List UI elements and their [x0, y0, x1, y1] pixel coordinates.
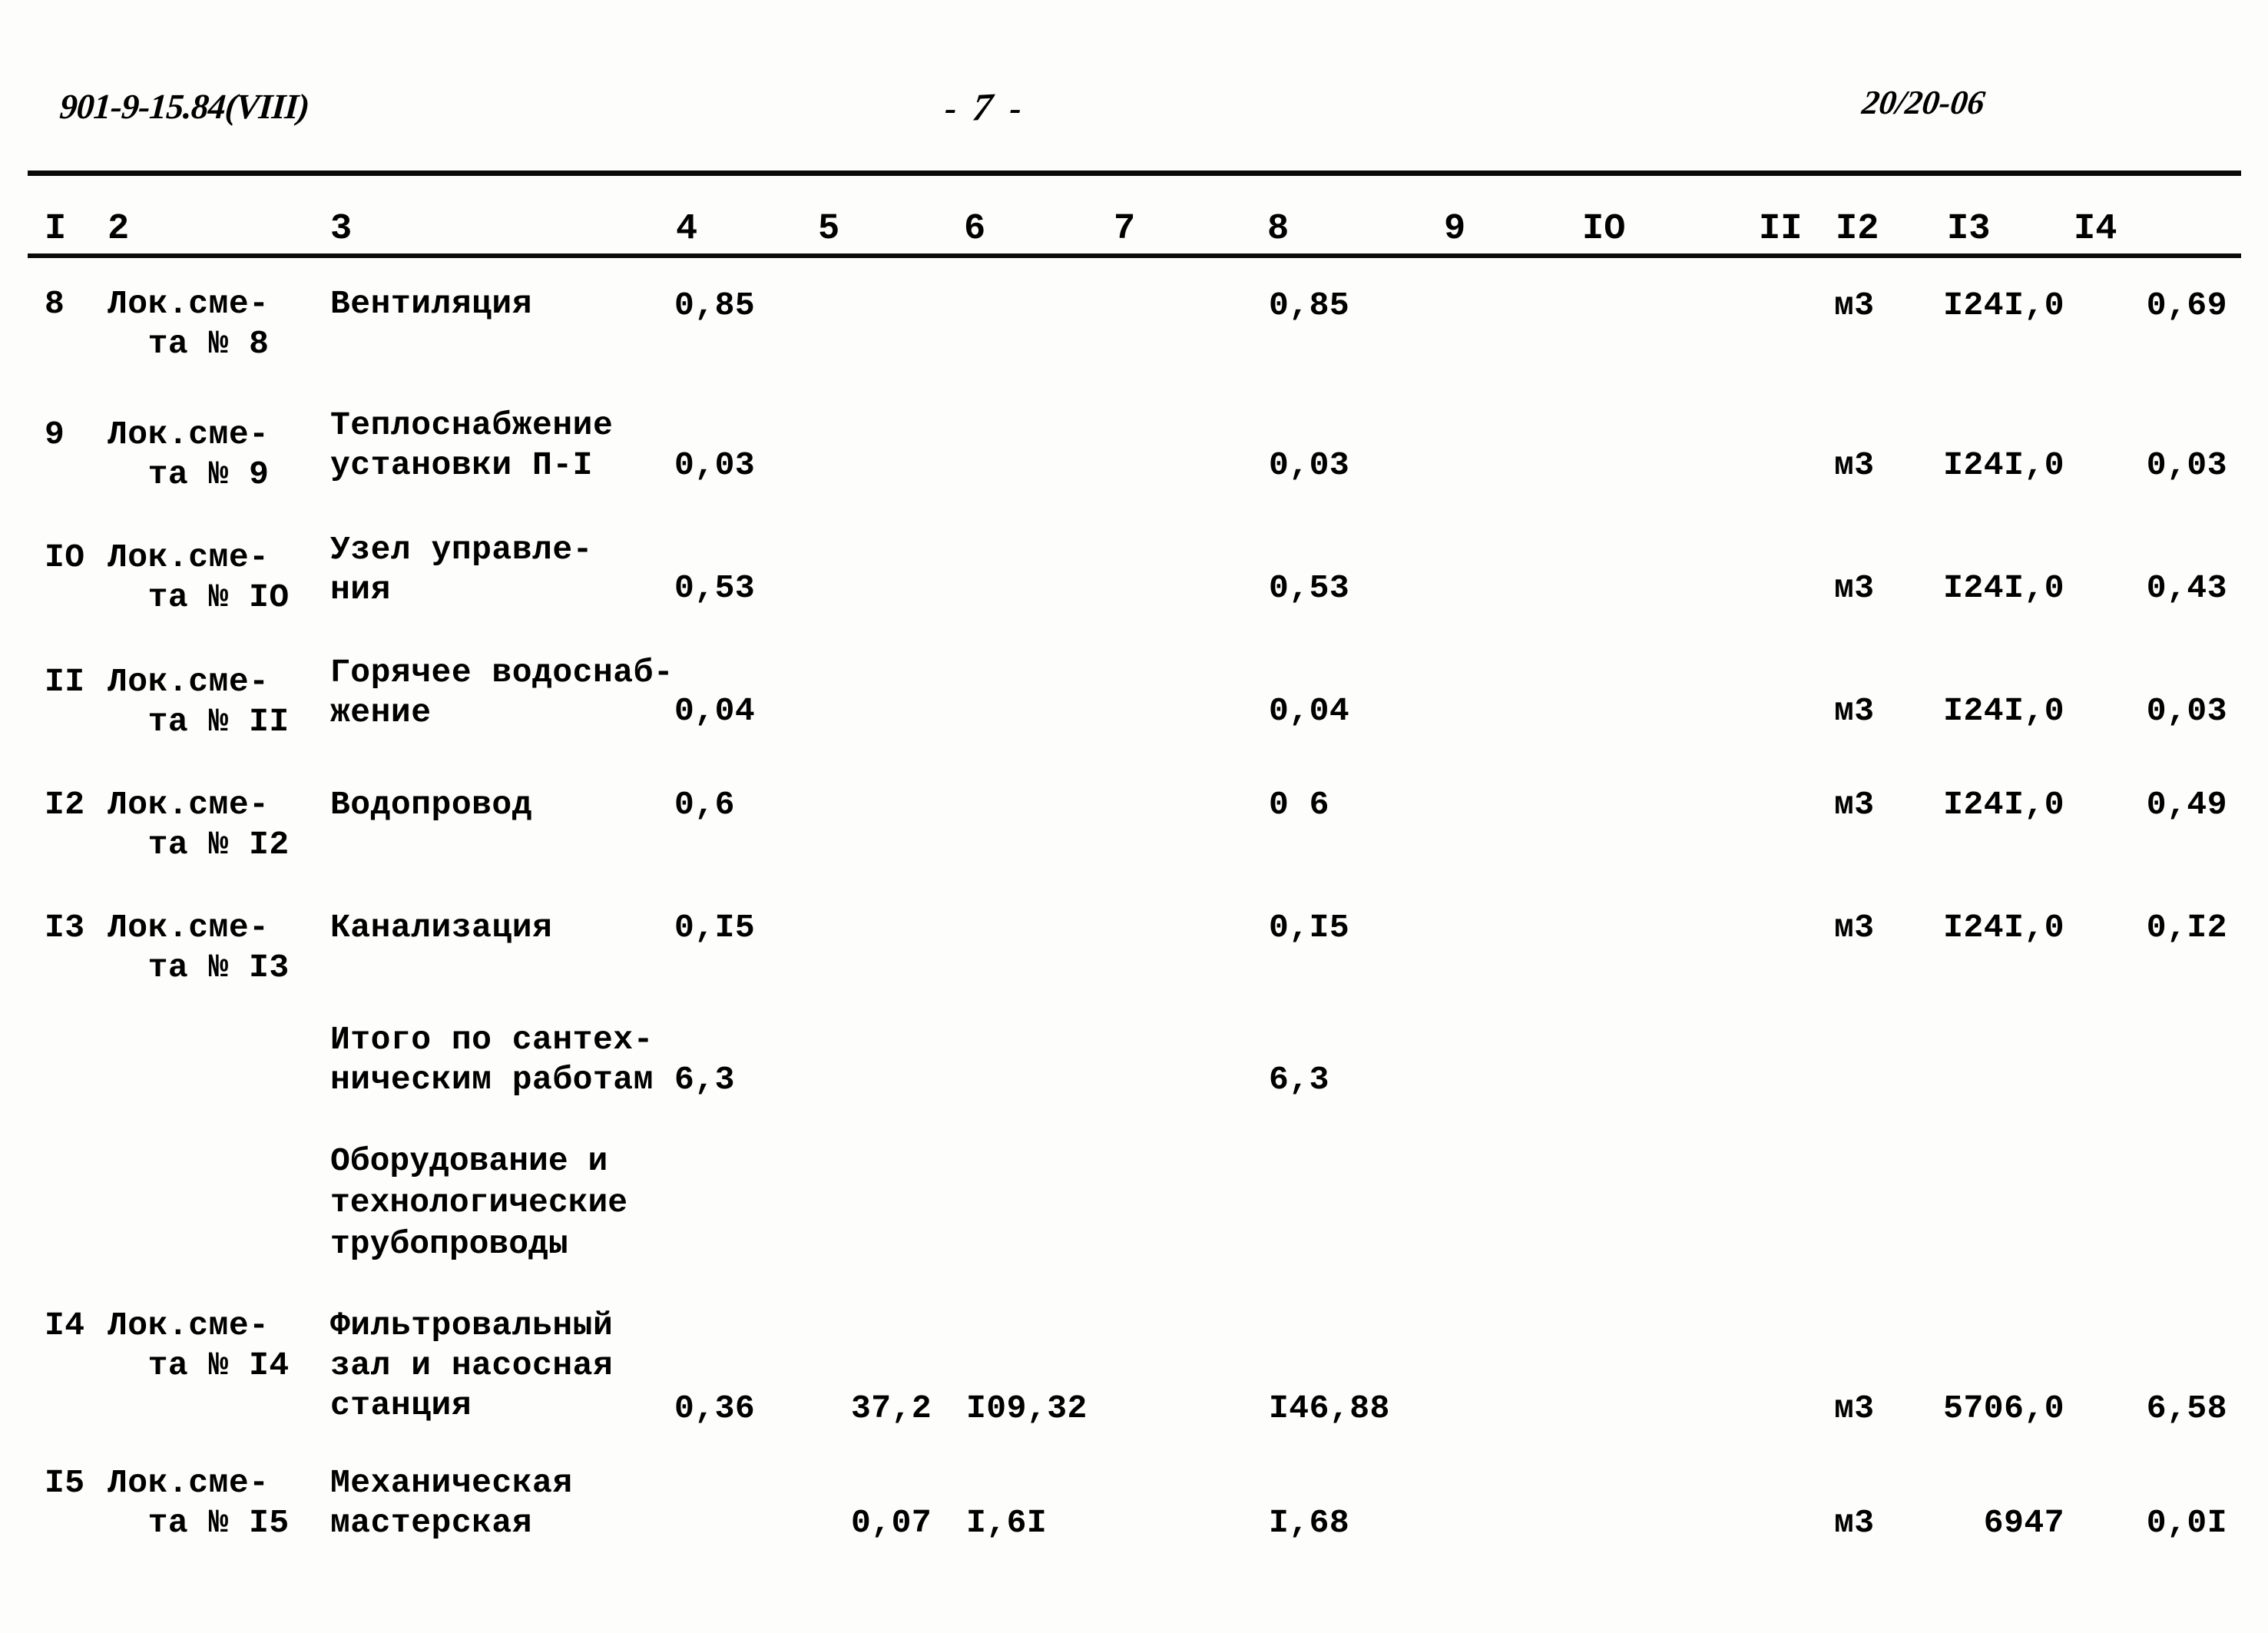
page-dash-right: -	[1009, 88, 1026, 128]
section-heading-equipment: Оборудование и технологические трубопров…	[330, 1142, 628, 1263]
col8-value: 6,3	[1269, 1061, 1329, 1098]
column-number-I4: I4	[2074, 209, 2117, 250]
col14-value: 0,0I	[2146, 1504, 2227, 1542]
col14-value: 0,I2	[2146, 909, 2227, 946]
column-number-I3: I3	[1947, 209, 1991, 250]
col14-value: 0,03	[2146, 446, 2227, 484]
col14-value: 0,49	[2146, 786, 2227, 823]
column-number-7: 7	[1114, 209, 1136, 250]
scanned-document-page: 901-9-15.84(VIII) -7- 20/20-06 I2 3 4 5 6 7 8 9…	[0, 0, 2268, 1633]
page-number: 7	[970, 84, 1000, 129]
column-number-5: 5	[818, 209, 840, 250]
col14-value: 0,69	[2146, 287, 2227, 324]
row-number: I5	[45, 1464, 85, 1502]
document-code: 901-9-15.84(VIII)	[58, 87, 310, 126]
column-number-I2: I2	[1836, 209, 1879, 250]
sheet-code: 20/20-06	[1859, 84, 1988, 121]
column-number-3: 3	[330, 209, 353, 250]
column-number-6: 6	[964, 209, 986, 250]
work-description: Итого по сантех- ническим работам	[330, 1021, 654, 1098]
col14-value: 0,43	[2146, 569, 2227, 607]
col14-value: 0,03	[2146, 692, 2227, 730]
header-rule-top	[28, 171, 2241, 176]
column-number-II: II	[1759, 209, 1803, 250]
column-number-2: 2	[108, 209, 130, 250]
col4-value: 6,3	[674, 1061, 735, 1098]
header-rule-bottom	[28, 253, 2241, 258]
page-number-block: -7-	[945, 84, 1026, 129]
column-number-IO: IO	[1582, 209, 1626, 250]
column-number-4: 4	[676, 209, 698, 250]
col14-value: 6,58	[2146, 1390, 2227, 1427]
column-number-9: 9	[1444, 209, 1466, 250]
estimate-label: Лок.сме- та № I4	[108, 1307, 290, 1384]
row-number: I4	[45, 1307, 85, 1344]
column-number-I: I	[45, 209, 67, 250]
column-number-8: 8	[1267, 209, 1290, 250]
